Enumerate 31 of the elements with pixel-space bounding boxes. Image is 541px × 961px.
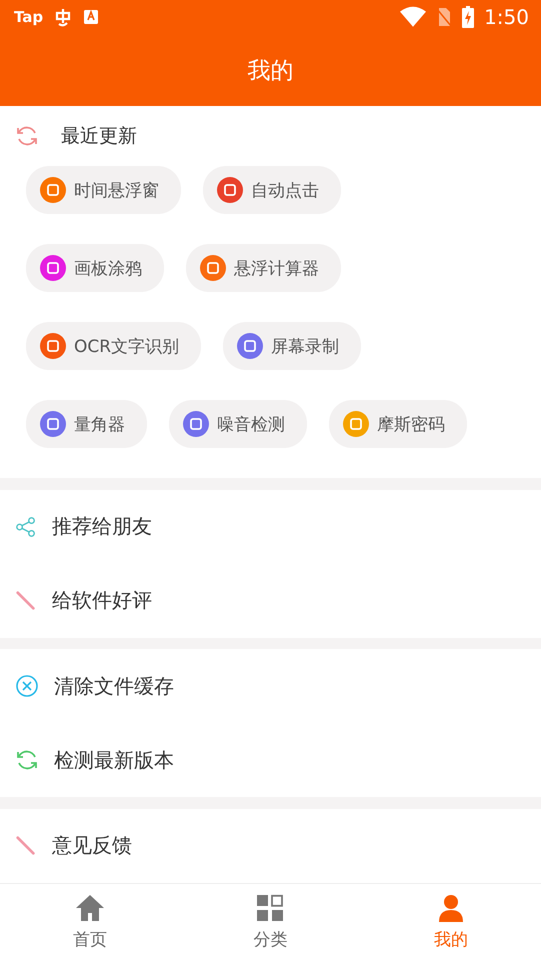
- home-icon: [75, 894, 106, 922]
- tool-chip[interactable]: 时间悬浮窗: [26, 166, 181, 214]
- menu-item[interactable]: 检测最新版本: [0, 723, 541, 798]
- menu-item[interactable]: 清除文件缓存: [0, 649, 541, 724]
- tool-chip[interactable]: 摩斯密码: [329, 400, 467, 448]
- refresh-icon: [15, 748, 39, 772]
- battery-icon: [462, 6, 474, 28]
- tool-chip[interactable]: OCR文字识别: [26, 322, 202, 370]
- refresh-icon: [15, 124, 39, 148]
- nav-tab[interactable]: 分类: [180, 884, 361, 961]
- page-title: 我的: [248, 56, 294, 86]
- grid-icon: [256, 894, 284, 922]
- tool-chip[interactable]: 量角器: [26, 400, 147, 448]
- nav-tab[interactable]: 首页: [0, 884, 180, 961]
- share-icon: [15, 516, 37, 538]
- menu-item[interactable]: 给软件好评: [0, 564, 541, 638]
- status-time: 1:50: [484, 5, 529, 30]
- tool-chip[interactable]: 悬浮计算器: [186, 244, 341, 292]
- tool-chip[interactable]: 自动点击: [203, 166, 341, 214]
- status-text: Tap: [14, 8, 44, 26]
- tool-chip[interactable]: 屏幕录制: [223, 322, 362, 370]
- tool-chip[interactable]: 噪音检测: [169, 400, 307, 448]
- keyboard-icon: [83, 9, 100, 26]
- wifi-icon: [400, 6, 426, 28]
- section-title: 最近更新: [61, 124, 137, 150]
- menu-item[interactable]: 推荐给朋友: [0, 490, 541, 564]
- menu-item[interactable]: 意见反馈: [0, 808, 541, 883]
- no-sim-icon: [436, 7, 452, 28]
- person-icon: [436, 894, 465, 922]
- tool-chip[interactable]: 画板涂鸦: [26, 244, 164, 292]
- clear-icon: [15, 674, 39, 698]
